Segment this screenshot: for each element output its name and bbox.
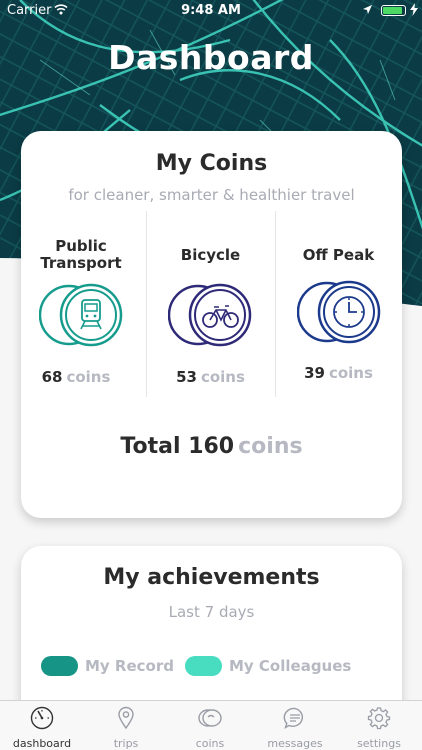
total-prefix: Total (120, 434, 181, 459)
battery-icon (381, 5, 406, 16)
charging-bolt-icon (410, 3, 418, 16)
coin-count-unit: coins (328, 364, 373, 382)
clock-icon (297, 280, 381, 344)
legend-my-colleagues[interactable]: My Colleagues (185, 655, 351, 677)
total-coins: Total 160 coins (21, 434, 402, 459)
gear-icon (367, 707, 391, 730)
tab-dashboard[interactable]: dashboard (0, 701, 84, 750)
page-title: Dashboard (108, 38, 314, 77)
bicycle-icon (168, 283, 252, 347)
status-time: 9:48 AM (181, 3, 241, 18)
my-colleagues-swatch (185, 656, 222, 676)
tab-label: trips (113, 737, 139, 750)
total-value: 160 (188, 434, 235, 459)
my-record-swatch (41, 656, 78, 676)
location-arrow-icon (363, 5, 372, 14)
coin-count-value: 68 (41, 368, 63, 386)
category-count: 53 coins (147, 368, 274, 386)
tab-messages[interactable]: messages (253, 701, 337, 750)
train-icon (39, 283, 123, 347)
coin-count-unit: coins (66, 368, 111, 386)
tab-coins[interactable]: coins (168, 701, 252, 750)
coin-category-bicycle[interactable]: Bicycle 53 coins (147, 211, 274, 397)
status-bar: Carrier 9:48 AM (0, 0, 422, 22)
tab-label: coins (195, 737, 225, 750)
coins-card-subtitle: for cleaner, smarter & healthier travel (68, 186, 355, 204)
tab-settings[interactable]: settings (337, 701, 421, 750)
coin-count-value: 53 (176, 368, 197, 386)
message-icon (283, 707, 304, 730)
tab-bar: dashboard trips coins messages settings (0, 700, 422, 750)
dashboard-screen: Carrier 9:48 AM Dashboard My Coins for c… (0, 0, 422, 750)
coin-icon (198, 709, 222, 727)
coin-count-unit: coins (200, 368, 245, 386)
coins-card-title: My Coins (155, 151, 268, 176)
achievements-card-subtitle: Last 7 days (168, 603, 255, 621)
tab-label: dashboard (12, 737, 72, 750)
category-count: 39 coins (275, 364, 402, 382)
tab-label: settings (357, 737, 401, 750)
achievements-card-title: My achievements (103, 565, 320, 590)
speedometer-icon (30, 706, 54, 730)
legend-my-record[interactable]: My Record (41, 655, 174, 677)
legend-label: My Record (85, 657, 174, 675)
category-label: Bicycle (180, 246, 241, 264)
tab-label: messages (267, 737, 323, 750)
category-label: Off Peak (302, 246, 375, 264)
my-coins-card: My Coins for cleaner, smarter & healthie… (21, 131, 402, 518)
location-pin-icon (118, 706, 134, 730)
legend-label: My Colleagues (229, 657, 352, 675)
total-unit: coins (238, 434, 303, 459)
coin-category-public-transport[interactable]: Public Transport 68 coins (21, 211, 148, 397)
category-count: 68 coins (21, 368, 131, 386)
category-label: Public Transport (40, 237, 122, 272)
tab-trips[interactable]: trips (84, 701, 168, 750)
coin-count-value: 39 (304, 364, 325, 382)
coin-category-off-peak[interactable]: Off Peak 39 coins (275, 211, 402, 397)
